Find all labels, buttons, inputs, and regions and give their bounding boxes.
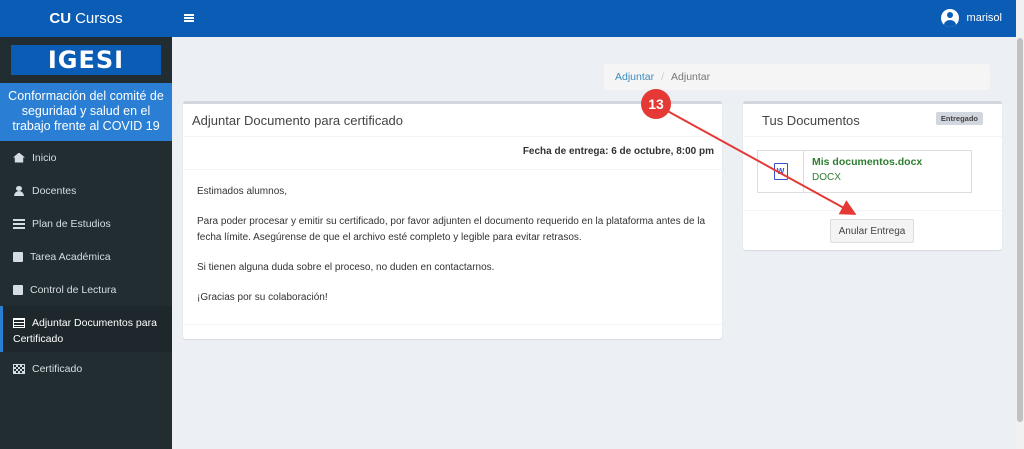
app-brand[interactable]: CU Cursos: [0, 0, 172, 37]
file-name-link[interactable]: Mis documentos.docx: [812, 156, 922, 168]
cancel-submission-button[interactable]: Anular Entrega: [830, 219, 914, 243]
sidebar-item-label: Docentes: [32, 184, 77, 197]
description-paragraph: ¡Gracias por su colaboración!: [197, 292, 328, 303]
sidebar: CU Cursos IGESI Conformación del comité …: [0, 0, 172, 449]
sidebar-item-label: Inicio: [32, 151, 57, 164]
sidebar-item-label: Tarea Académica: [30, 250, 111, 263]
breadcrumb-separator: /: [661, 71, 665, 83]
sidebar-item-label: Adjuntar Documentos para: [32, 317, 157, 329]
documents-title: Tus Documentos: [762, 113, 860, 128]
sidebar-item-tarea-academica[interactable]: Tarea Académica: [0, 240, 172, 273]
sidebar-item-label: Certificado: [32, 362, 83, 375]
user-icon: [13, 185, 25, 196]
igesi-logo: IGESI: [11, 45, 161, 75]
sidebar-item-plan-de-estudios[interactable]: Plan de Estudios: [0, 207, 172, 240]
list-icon: [13, 218, 25, 229]
logo-container: IGESI: [0, 37, 172, 83]
description-paragraph: Si tienen alguna duda sobre el proceso, …: [197, 262, 495, 273]
breadcrumb-current: Adjuntar: [671, 71, 711, 83]
status-badge: Entregado: [935, 112, 983, 125]
assignment-box-footer: [183, 324, 722, 339]
description-paragraph: Para poder procesar y emitir su certific…: [197, 216, 706, 243]
breadcrumb: Adjuntar / Adjuntar: [604, 64, 990, 90]
assignment-description: Estimados alumnos, Para poder procesar y…: [183, 170, 722, 334]
home-icon: [13, 152, 25, 163]
file-type: DOCX: [812, 172, 841, 183]
username: marisol: [966, 12, 1002, 24]
sidebar-item-label: Control de Lectura: [30, 283, 117, 296]
assignment-box: Adjuntar Documento para certificado Fech…: [183, 101, 722, 339]
page-scrollbar[interactable]: [1016, 0, 1024, 449]
documents-header: Tus Documentos Entregado: [743, 104, 1002, 137]
sidebar-item-control-de-lectura[interactable]: Control de Lectura: [0, 273, 172, 306]
description-paragraph: Estimados alumnos,: [197, 186, 288, 197]
qr-icon: [13, 363, 25, 374]
sidebar-menu: Inicio Docentes Plan de Estudios Tarea A…: [0, 141, 172, 385]
brand-rest: Cursos: [75, 10, 123, 27]
sidebar-item-inicio[interactable]: Inicio: [0, 141, 172, 174]
breadcrumb-link[interactable]: Adjuntar: [615, 71, 654, 83]
table-icon: [13, 318, 25, 328]
sidebar-item-certificado[interactable]: Certificado: [0, 352, 172, 385]
annotation-marker: 13: [641, 89, 671, 119]
word-document-icon: W: [773, 163, 788, 180]
sidebar-item-adjuntar-documentos[interactable]: Adjuntar Documentos para Certificado: [0, 306, 172, 352]
brand-bold: CU: [49, 10, 72, 27]
course-title: Conformación del comité de seguridad y s…: [0, 83, 172, 141]
hamburger-menu-icon[interactable]: [184, 14, 194, 22]
book-icon: [13, 284, 23, 295]
avatar-icon: [940, 9, 959, 27]
top-navbar: marisol: [172, 0, 1016, 37]
due-date: Fecha de entrega: 6 de octubre, 8:00 pm: [183, 137, 722, 170]
sidebar-item-label: Plan de Estudios: [32, 217, 111, 230]
file-info: Mis documentos.docx DOCX: [804, 151, 930, 192]
user-menu[interactable]: marisol: [940, 9, 1002, 27]
documents-box: Tus Documentos Entregado W Mis documento…: [743, 101, 1002, 250]
file-thumbnail: W: [758, 151, 804, 192]
file-attachment[interactable]: W Mis documentos.docx DOCX: [757, 150, 972, 193]
documents-divider: [743, 210, 1002, 211]
sidebar-item-label-line2: Certificado: [13, 333, 64, 345]
sidebar-item-docentes[interactable]: Docentes: [0, 174, 172, 207]
scrollbar-thumb[interactable]: [1017, 38, 1023, 422]
book-icon: [13, 251, 23, 262]
